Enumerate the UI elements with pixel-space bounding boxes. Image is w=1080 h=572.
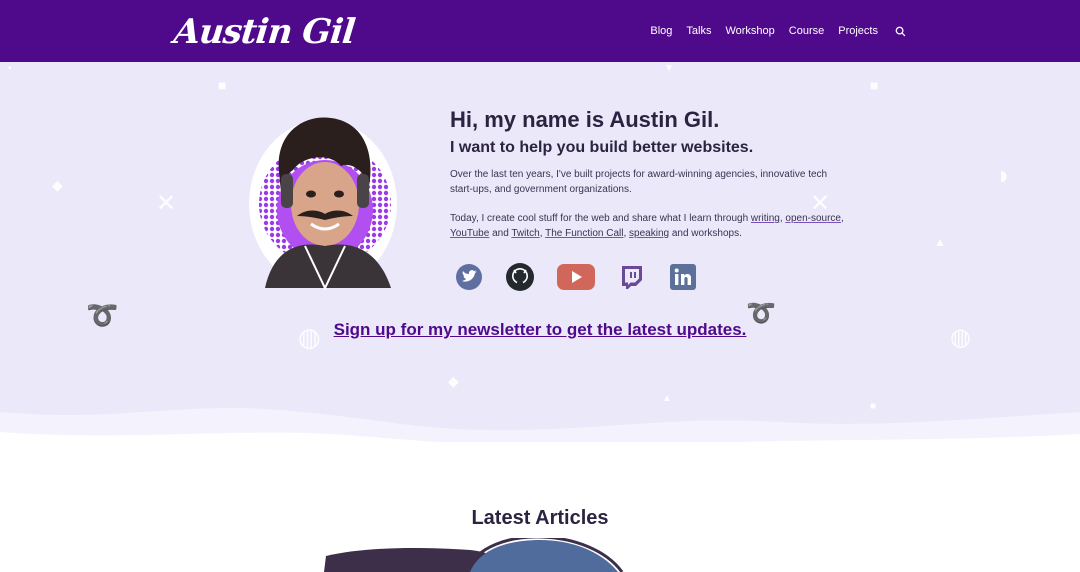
- hero-section: ■ ▼ ■ ▪ ◆ ✕ ✕ ◗ ▲ ➰ ◍ ➰ ◍ ◆ ■ ▲ Hi, my n…: [0, 62, 1080, 442]
- github-icon[interactable]: [505, 262, 535, 292]
- avatar: [245, 112, 405, 292]
- confetti-x: ✕: [156, 190, 177, 217]
- confetti-arc: ◗: [996, 160, 1012, 190]
- function-call-link[interactable]: The Function Call: [545, 228, 623, 239]
- twitch-icon[interactable]: [617, 262, 647, 292]
- linkedin-icon[interactable]: [668, 262, 698, 292]
- article-thumbnail[interactable]: [320, 538, 640, 572]
- site-header: Austin Gil Blog Talks Workshop Course Pr…: [0, 0, 1080, 62]
- hero-subtitle: I want to help you build better websites…: [450, 139, 754, 156]
- newsletter-link[interactable]: Sign up for my newsletter to get the lat…: [334, 320, 747, 339]
- confetti-square: ▪: [8, 63, 12, 74]
- today-suffix: and workshops.: [669, 228, 742, 239]
- main-nav: Blog Talks Workshop Course Projects: [650, 20, 908, 42]
- search-icon[interactable]: [892, 20, 908, 42]
- site-logo[interactable]: Austin Gil: [172, 10, 357, 54]
- nav-talks[interactable]: Talks: [686, 20, 711, 42]
- open-source-link[interactable]: open-source: [785, 213, 841, 224]
- youtube-icon[interactable]: [556, 262, 596, 292]
- nav-workshop[interactable]: Workshop: [725, 20, 774, 42]
- confetti-square: ■: [870, 77, 879, 93]
- nav-course[interactable]: Course: [789, 20, 824, 42]
- social-links: [454, 262, 698, 292]
- confetti-triangle: ▼: [664, 63, 674, 74]
- confetti-diamond: ◆: [52, 177, 63, 193]
- hero-wave-divider: [0, 408, 1080, 442]
- newsletter-cta: Sign up for my newsletter to get the lat…: [0, 320, 1080, 340]
- intro-paragraph: Over the last ten years, I've built proj…: [450, 169, 828, 195]
- twitter-icon[interactable]: [454, 262, 484, 292]
- youtube-link[interactable]: YouTube: [450, 228, 489, 239]
- today-prefix: Today, I create cool stuff for the web a…: [450, 213, 751, 224]
- confetti-square: ■: [218, 77, 227, 93]
- hero-title: Hi, my name is Austin Gil.: [450, 107, 720, 132]
- speaking-link[interactable]: speaking: [629, 228, 669, 239]
- bio: Hi, my name is Austin Gil. I want to hel…: [450, 106, 850, 241]
- separator: ,: [840, 213, 844, 224]
- writing-link[interactable]: writing: [751, 213, 780, 224]
- nav-projects[interactable]: Projects: [838, 20, 878, 42]
- confetti-triangle: ▲: [934, 235, 946, 249]
- twitch-link[interactable]: Twitch: [511, 228, 539, 239]
- nav-blog[interactable]: Blog: [650, 20, 672, 42]
- separator: and: [489, 228, 512, 239]
- latest-articles-heading: Latest Articles: [471, 507, 609, 529]
- today-paragraph: Today, I create cool stuff for the web a…: [450, 211, 850, 241]
